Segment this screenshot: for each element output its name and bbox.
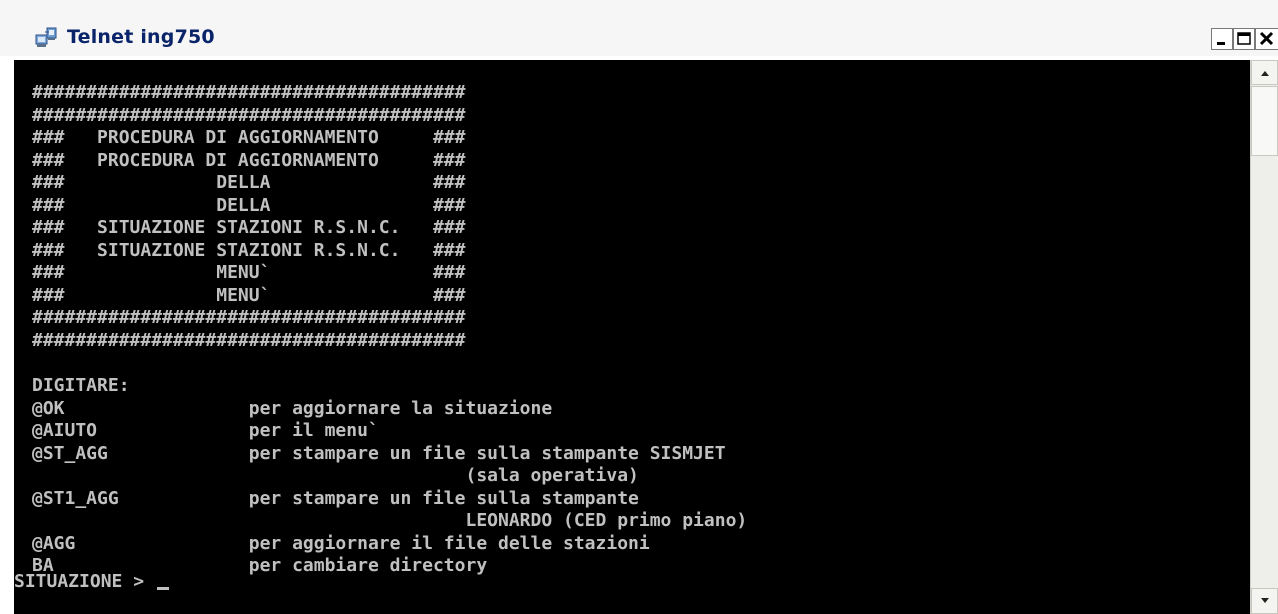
- terminal-line: ### MENU` ###: [32, 262, 466, 284]
- terminal-line: ### PROCEDURA DI AGGIORNAMENTO ###: [32, 127, 466, 149]
- scroll-thumb[interactable]: [1251, 86, 1278, 156]
- arrow-down-icon: [1261, 598, 1269, 603]
- maximize-icon: [1237, 32, 1251, 45]
- terminal-line: DIGITARE:: [32, 375, 130, 397]
- terminal-line: ########################################: [32, 82, 466, 103]
- terminal-line: @ST1_AGG per stampare un file sulla stam…: [32, 487, 639, 509]
- terminal-output: ########################################…: [32, 82, 747, 578]
- terminal-line: ### PROCEDURA DI AGGIORNAMENTO ###: [32, 149, 466, 171]
- terminal-line: LEONARDO (CED primo piano): [32, 510, 748, 532]
- terminal-line: @AIUTO per il menu`: [32, 420, 379, 442]
- terminal-line: ### MENU` ###: [32, 284, 466, 306]
- minimize-icon: [1217, 42, 1225, 45]
- terminal-line: ########################################: [32, 307, 466, 329]
- scroll-down-button[interactable]: [1251, 588, 1278, 614]
- prompt-text: SITUAZIONE >: [14, 571, 155, 592]
- minimize-button[interactable]: [1211, 28, 1233, 50]
- terminal-screen[interactable]: ########################################…: [14, 60, 1250, 614]
- maximize-button[interactable]: [1233, 28, 1255, 50]
- arrow-up-icon: [1261, 71, 1269, 76]
- terminal-line: ########################################: [32, 104, 466, 126]
- terminal-line: ### DELLA ###: [32, 172, 466, 194]
- terminal-line: ########################################: [32, 330, 466, 352]
- terminal-line: ### SITUAZIONE STAZIONI R.S.N.C. ###: [32, 217, 466, 239]
- text-cursor: [156, 587, 169, 590]
- command-prompt[interactable]: SITUAZIONE >: [14, 571, 169, 593]
- terminal-line: ### DELLA ###: [32, 194, 466, 216]
- window-title: Telnet ing750: [67, 26, 215, 48]
- terminal-line: (sala operativa): [32, 465, 639, 487]
- terminal-line: ### SITUAZIONE STAZIONI R.S.N.C. ###: [32, 239, 466, 261]
- close-button[interactable]: [1255, 28, 1278, 50]
- telnet-window: Telnet ing750 ##########################…: [0, 0, 1278, 614]
- vertical-scrollbar[interactable]: [1250, 60, 1278, 614]
- scroll-up-button[interactable]: [1251, 60, 1278, 85]
- close-icon: [1259, 31, 1274, 46]
- telnet-app-icon[interactable]: [34, 26, 58, 50]
- terminal-line: @ST_AGG per stampare un file sulla stamp…: [32, 442, 726, 464]
- terminal-line: @OK per aggiornare la situazione: [32, 397, 553, 419]
- title-bar[interactable]: Telnet ing750: [0, 0, 1278, 56]
- terminal-line: @AGG per aggiornare il file delle stazio…: [32, 532, 650, 554]
